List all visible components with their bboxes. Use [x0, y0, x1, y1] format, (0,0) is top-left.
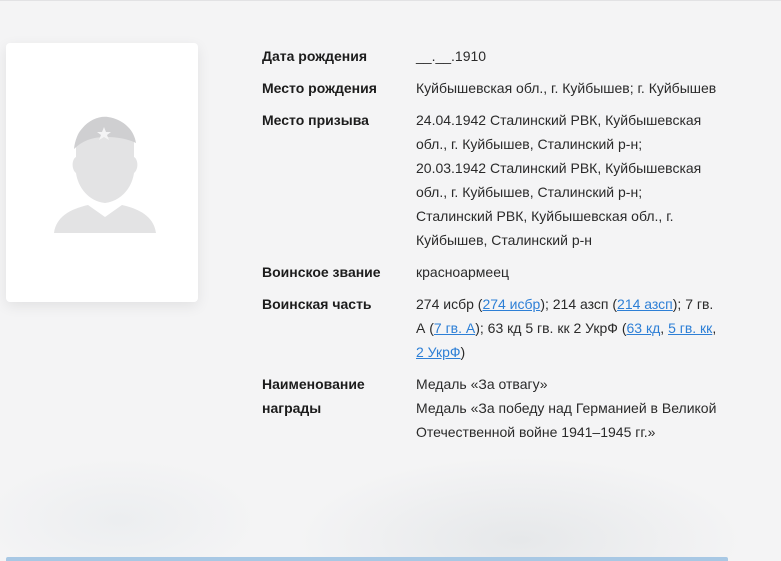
row-birth-place: Место рождения Куйбышевская обл., г. Куй… [262, 76, 732, 100]
award-line: Медаль «За отвагу» [416, 376, 548, 392]
row-award: Наименование награды Медаль «За отвагу» … [262, 372, 732, 444]
birth-date-value: __.__.1910 [416, 48, 487, 64]
birth-date-label: Дата рождения [262, 48, 368, 64]
award-label: Наименование награды [262, 376, 365, 416]
award-value: Медаль «За отвагу» Медаль «За победу над… [416, 372, 721, 444]
draft-place-value: 24.04.1942 Сталинский РВК, Куйбышевская … [416, 108, 721, 252]
draft-place-label: Место призыва [262, 112, 369, 128]
draft-place-line: 24.04.1942 Сталинский РВК, Куйбышевская … [416, 112, 702, 152]
unit-text: 274 исбр ( [416, 296, 483, 312]
row-unit: Воинская часть 274 исбр (274 исбр); 214 … [262, 292, 732, 364]
unit-text: ); 63 кд 5 гв. кк 2 УкрФ ( [475, 320, 627, 336]
row-birth-date: Дата рождения __.__.1910 [262, 44, 732, 68]
award-line: Медаль «За победу над Германией в Велико… [416, 400, 717, 440]
unit-link-7-gv-a[interactable]: 7 гв. А [434, 320, 475, 336]
unit-value: 274 исбр (274 исбр); 214 азсп (214 азсп)… [416, 292, 721, 364]
row-rank: Воинское звание красноармеец [262, 260, 732, 284]
unit-link-63-kd[interactable]: 63 кд [627, 320, 661, 336]
unit-text: , [660, 320, 669, 336]
unit-text: , [712, 320, 717, 336]
unit-link-2-ukrf[interactable]: 2 УкрФ [416, 344, 461, 360]
draft-place-line: Сталинский РВК, Куйбышевская обл., г. Ку… [416, 208, 674, 248]
unit-text: ) [460, 344, 466, 360]
row-draft-place: Место призыва 24.04.1942 Сталинский РВК,… [262, 108, 732, 252]
top-divider [0, 0, 781, 1]
unit-link-214-azsp[interactable]: 214 азсп [617, 296, 673, 312]
unit-text: ); 214 азсп ( [540, 296, 618, 312]
rank-value: красноармеец [416, 264, 510, 280]
birth-place-label: Место рождения [262, 80, 377, 96]
birth-place-value: Куйбышевская обл., г. Куйбышев; г. Куйбы… [416, 80, 717, 96]
unit-label: Воинская часть [262, 296, 372, 312]
unit-link-5-gv-kk[interactable]: 5 гв. кк [668, 320, 712, 336]
photo-card [6, 43, 198, 302]
unit-link-274-isbr[interactable]: 274 исбр [482, 296, 540, 312]
bottom-accent-bar [6, 557, 728, 561]
soldier-silhouette-icon [54, 116, 156, 233]
draft-place-line: 20.03.1942 Сталинский РВК, Куйбышевская … [416, 160, 702, 200]
rank-label: Воинское звание [262, 264, 381, 280]
person-info: Дата рождения __.__.1910 Место рождения … [262, 44, 732, 452]
